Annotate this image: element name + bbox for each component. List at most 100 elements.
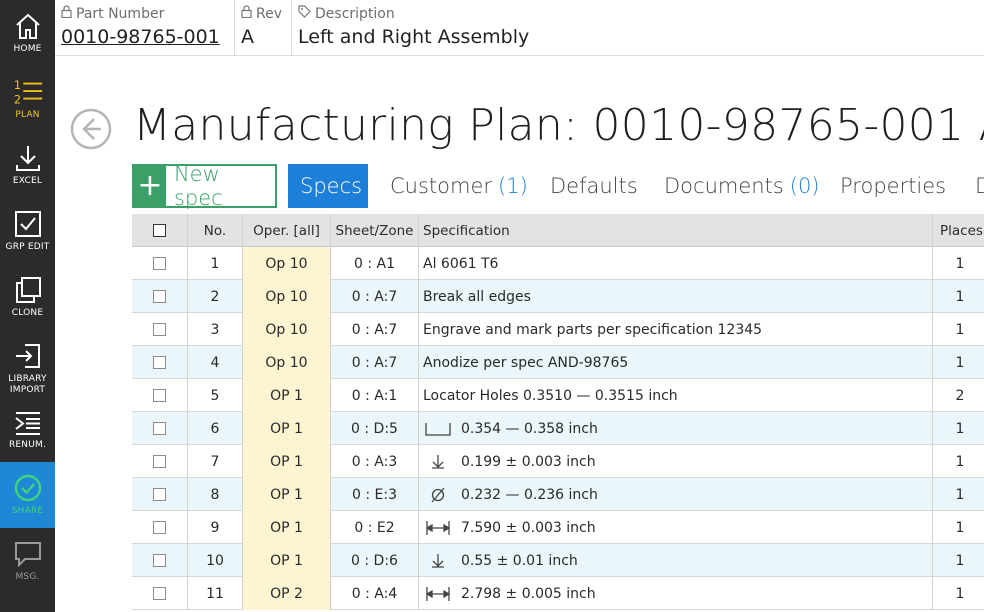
- row-sheet-zone: 0 : A:1: [330, 379, 418, 412]
- tab-specs[interactable]: Specs: [288, 164, 368, 208]
- clone-icon: [12, 274, 44, 306]
- rev-label: Rev: [256, 5, 282, 22]
- row-operation[interactable]: OP 1: [242, 412, 330, 445]
- row-specification[interactable]: 7.590 ± 0.003 inch: [418, 511, 932, 544]
- column-header-oper[interactable]: Oper. [all]: [242, 214, 330, 247]
- renumber-icon: [12, 406, 44, 438]
- share-check-icon: [12, 472, 44, 504]
- row-operation[interactable]: OP 1: [242, 379, 330, 412]
- row-checkbox[interactable]: [153, 389, 166, 402]
- row-checkbox[interactable]: [153, 356, 166, 369]
- rev-value: A: [241, 26, 254, 48]
- home-icon: [12, 10, 44, 42]
- column-header-spec[interactable]: Specification: [418, 214, 932, 247]
- tab-more[interactable]: D: [975, 164, 984, 208]
- row-operation[interactable]: OP 2: [242, 577, 330, 610]
- row-checkbox[interactable]: [153, 290, 166, 303]
- row-checkbox[interactable]: [153, 323, 166, 336]
- home-label: HOME: [13, 44, 42, 54]
- column-header-places[interactable]: Places: [932, 214, 984, 247]
- specification-text: Engrave and mark parts per specification…: [423, 321, 763, 338]
- share-button[interactable]: SHARE: [0, 462, 55, 528]
- row-sheet-zone: 0 : A:3: [330, 445, 418, 478]
- part-number-link[interactable]: 0010-98765-001: [61, 26, 233, 48]
- table-row[interactable]: 2 Op 10 0 : A:7 Break all edges 1: [132, 280, 984, 313]
- svg-text:1: 1: [13, 79, 20, 92]
- group-edit-button[interactable]: GRP EDIT: [0, 198, 55, 264]
- column-header-no[interactable]: No.: [187, 214, 242, 247]
- row-specification[interactable]: 0.55 ± 0.01 inch: [418, 544, 932, 577]
- new-spec-button[interactable]: + New spec: [132, 162, 277, 210]
- table-row[interactable]: 6 OP 10 : D:5 0.354 — 0.358 inch 1: [132, 412, 984, 445]
- tab-documents[interactable]: Documents (0): [664, 164, 820, 208]
- row-number: 10: [187, 544, 242, 577]
- select-all-checkbox[interactable]: [153, 224, 166, 237]
- row-checkbox[interactable]: [153, 587, 166, 600]
- rev-field: Rev A: [234, 0, 290, 56]
- home-button[interactable]: HOME: [0, 0, 55, 66]
- row-places: 1: [932, 478, 984, 511]
- table-row[interactable]: 4 Op 10 0 : A:7 Anodize per spec AND-98765 1: [132, 346, 984, 379]
- specification-text: 0.232 — 0.236 inch: [461, 486, 598, 503]
- row-specification[interactable]: Locator Holes 0.3510 — 0.3515 inch: [418, 379, 932, 412]
- row-checkbox[interactable]: [153, 422, 166, 435]
- plan-button[interactable]: 1 2 PLAN: [0, 66, 55, 132]
- row-operation[interactable]: Op 10: [242, 313, 330, 346]
- tab-customer[interactable]: Customer (1): [390, 164, 528, 208]
- row-places: 1: [932, 280, 984, 313]
- row-number: 1: [187, 247, 242, 280]
- lock-icon: [61, 5, 72, 22]
- row-sheet-zone: 0 : A1: [330, 247, 418, 280]
- back-arrow-icon: [70, 108, 112, 150]
- table-row[interactable]: 10 OP 10 : D:6 0.55 ± 0.01 inch 1: [132, 544, 984, 577]
- depth-icon: [423, 553, 453, 569]
- row-operation[interactable]: OP 1: [242, 445, 330, 478]
- column-header-sheet[interactable]: Sheet/Zone: [330, 214, 418, 247]
- row-operation[interactable]: OP 1: [242, 544, 330, 577]
- row-operation[interactable]: Op 10: [242, 346, 330, 379]
- table-row[interactable]: 11 OP 20 : A:4 2.798 ± 0.005 inch 1: [132, 577, 984, 610]
- row-checkbox[interactable]: [153, 521, 166, 534]
- download-icon: [12, 142, 44, 174]
- table-row[interactable]: 7 OP 10 : A:3 0.199 ± 0.003 inch 1: [132, 445, 984, 478]
- row-specification[interactable]: 2.798 ± 0.005 inch: [418, 577, 932, 610]
- row-specification[interactable]: 0.199 ± 0.003 inch: [418, 445, 932, 478]
- table-row[interactable]: 8 OP 10 : E:3 0.232 — 0.236 inch 1: [132, 478, 984, 511]
- row-number: 11: [187, 577, 242, 610]
- excel-button[interactable]: EXCEL: [0, 132, 55, 198]
- row-specification[interactable]: 0.232 — 0.236 inch: [418, 478, 932, 511]
- row-number: 6: [187, 412, 242, 445]
- table-row[interactable]: 5 OP 10 : A:1 Locator Holes 0.3510 — 0.351…: [132, 379, 984, 412]
- row-specification[interactable]: 0.354 — 0.358 inch: [418, 412, 932, 445]
- row-specification[interactable]: Anodize per spec AND-98765: [418, 346, 932, 379]
- row-operation[interactable]: Op 10: [242, 247, 330, 280]
- renumber-button[interactable]: RENUM.: [0, 396, 55, 462]
- row-operation[interactable]: OP 1: [242, 478, 330, 511]
- table-row[interactable]: 1 Op 10 0 : A1 Al 6061 T6 1: [132, 247, 984, 280]
- clone-label: CLONE: [11, 308, 44, 318]
- table-row[interactable]: 9 OP 10 : E2 7.590 ± 0.003 inch 1: [132, 511, 984, 544]
- tab-properties[interactable]: Properties: [840, 164, 946, 208]
- row-sheet-zone: 0 : A:4: [330, 577, 418, 610]
- row-places: 1: [932, 247, 984, 280]
- message-button[interactable]: MSG.: [0, 528, 55, 594]
- row-specification[interactable]: Break all edges: [418, 280, 932, 313]
- back-button[interactable]: [70, 108, 112, 150]
- library-import-button[interactable]: LIBRARY IMPORT: [0, 330, 55, 396]
- part-number-label: Part Number: [76, 5, 165, 22]
- row-operation[interactable]: Op 10: [242, 280, 330, 313]
- tab-defaults[interactable]: Defaults: [550, 164, 638, 208]
- clone-button[interactable]: CLONE: [0, 264, 55, 330]
- row-operation[interactable]: OP 1: [242, 511, 330, 544]
- description-field: Description Left and Right Assembly: [291, 0, 591, 56]
- row-checkbox[interactable]: [153, 257, 166, 270]
- group-edit-label: GRP EDIT: [5, 242, 50, 252]
- specification-text: Anodize per spec AND-98765: [423, 354, 629, 371]
- table-row[interactable]: 3 Op 10 0 : A:7 Engrave and mark parts per …: [132, 313, 984, 346]
- row-checkbox[interactable]: [153, 554, 166, 567]
- row-checkbox[interactable]: [153, 488, 166, 501]
- row-specification[interactable]: Engrave and mark parts per specification…: [418, 313, 932, 346]
- row-specification[interactable]: Al 6061 T6: [418, 247, 932, 280]
- row-checkbox[interactable]: [153, 455, 166, 468]
- checkbox-edit-icon: [12, 208, 44, 240]
